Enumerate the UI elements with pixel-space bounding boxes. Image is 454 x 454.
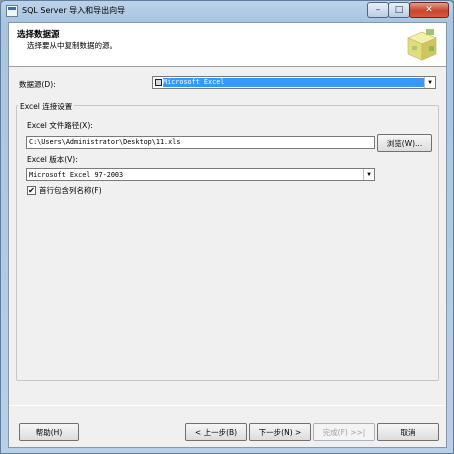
footer-separator: [9, 405, 446, 406]
page-title: 选择数据源: [17, 30, 60, 40]
cancel-button[interactable]: 取消: [377, 423, 439, 441]
first-row-headers-option[interactable]: ✔ 首行包含列名称(F): [27, 185, 102, 196]
datasource-label: 数据源(D):: [19, 80, 56, 89]
page-subtitle: 选择要从中复制数据的源。: [27, 41, 117, 50]
caption-buttons: – □ ✕: [367, 2, 449, 18]
excel-version-value: Microsoft Excel 97-2003: [29, 170, 124, 179]
wizard-header: 选择数据源 选择要从中复制数据的源。: [9, 23, 446, 67]
window-title: SQL Server 导入和导出向导: [22, 6, 126, 15]
chevron-down-icon[interactable]: ▼: [363, 169, 374, 180]
maximize-icon: □: [394, 5, 404, 15]
close-button[interactable]: ✕: [409, 2, 449, 18]
back-button[interactable]: < 上一步(B): [185, 423, 247, 441]
finish-button[interactable]: 完成(F) >>|: [313, 423, 375, 441]
wizard-graphic-icon: [407, 29, 437, 61]
app-icon: [6, 5, 18, 17]
excel-path-input[interactable]: C:\Users\Administrator\Desktop\11.xls: [26, 136, 375, 149]
first-row-headers-checkbox[interactable]: ✔: [27, 186, 36, 195]
datasource-select[interactable]: Microsoft Excel ▼: [152, 76, 436, 89]
close-icon: ✕: [425, 5, 433, 15]
excel-version-select[interactable]: Microsoft Excel 97-2003 ▼: [26, 168, 375, 181]
excel-settings-legend: Excel 连接设置: [18, 101, 75, 112]
first-row-headers-label: 首行包含列名称(F): [39, 186, 102, 195]
excel-path-label: Excel 文件路径(X):: [27, 121, 93, 130]
browse-button[interactable]: 浏览(W)...: [377, 134, 432, 152]
next-button[interactable]: 下一步(N) >: [249, 423, 311, 441]
maximize-button[interactable]: □: [388, 2, 410, 18]
excel-version-label: Excel 版本(V):: [27, 155, 78, 164]
minimize-icon: –: [375, 5, 381, 15]
chevron-down-icon[interactable]: ▼: [424, 77, 435, 88]
excel-source-icon: [155, 79, 162, 86]
datasource-value: Microsoft Excel: [163, 78, 425, 87]
title-bar[interactable]: SQL Server 导入和导出向导 – □ ✕: [1, 1, 453, 21]
wizard-window: SQL Server 导入和导出向导 – □ ✕ 选择数据源 选择要从中复制数据…: [0, 0, 454, 454]
minimize-button[interactable]: –: [367, 2, 389, 18]
wizard-client-area: 选择数据源 选择要从中复制数据的源。 数据源(D): Microsoft Exc…: [8, 22, 447, 448]
help-button[interactable]: 帮助(H): [19, 423, 79, 441]
